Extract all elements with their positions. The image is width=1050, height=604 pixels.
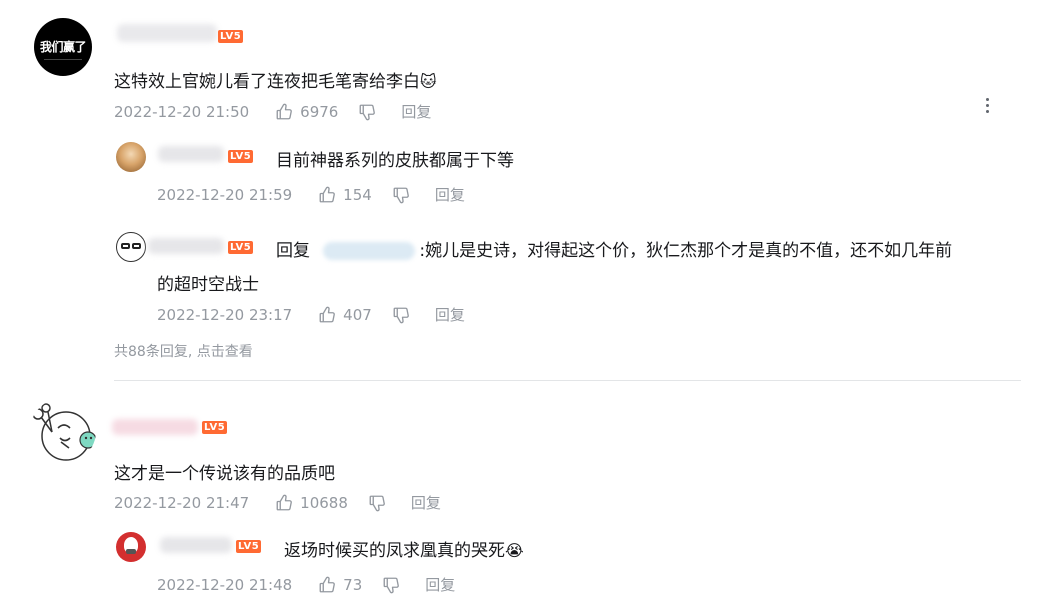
reply-text-continued: 的超时空战士 [157,275,259,295]
comment-meta: 2022-12-20 21:47 10688 回复 [114,492,441,513]
reply-prefix: 回复 [276,241,310,261]
more-vertical-icon[interactable] [984,98,990,114]
reply-meta: 2022-12-20 23:17 407 回复 [157,304,465,325]
username[interactable] [158,146,224,162]
thumb-up-icon[interactable] [318,186,336,204]
username[interactable] [112,419,198,435]
like-count: 407 [343,305,372,324]
username[interactable] [160,537,232,553]
timestamp: 2022-12-20 21:48 [157,575,293,594]
emoji-icon: 🐱 [420,72,437,91]
reply-text: 回复 :婉儿是史诗，对得起这个价，狄仁杰那个才是真的不值，还不如几年前 [276,241,953,261]
like-count: 154 [343,185,372,204]
like-count: 73 [343,575,363,594]
reply-text: 目前神器系列的皮肤都属于下等 [276,151,514,171]
avatar[interactable]: 我们赢了 [34,18,92,76]
thumb-down-icon[interactable] [358,103,376,121]
timestamp: 2022-12-20 21:59 [157,185,293,204]
thumb-up-icon[interactable] [275,494,293,512]
reply-button[interactable]: 回复 [401,101,431,122]
level-badge: LV5 [228,241,254,254]
timestamp: 2022-12-20 23:17 [157,305,293,324]
reply-meta: 2022-12-20 21:59 154 回复 [157,184,465,205]
thumb-down-icon[interactable] [392,186,410,204]
reply-text: 返场时候买的凤求凰真的哭死😭 [284,541,524,561]
reply-button[interactable]: 回复 [435,304,465,325]
avatar[interactable] [30,398,96,464]
comment-text: 这特效上官婉儿看了连夜把毛笔寄给李白🐱 [114,72,437,92]
thumb-down-icon[interactable] [382,576,400,594]
like-count: 6976 [300,102,339,121]
username[interactable] [148,238,224,254]
comment-meta: 2022-12-20 21:50 6976 回复 [114,101,431,122]
like-count: 10688 [300,493,348,512]
timestamp: 2022-12-20 21:47 [114,493,250,512]
avatar-text: 我们赢了 [39,40,87,54]
thumb-up-icon[interactable] [318,576,336,594]
timestamp: 2022-12-20 21:50 [114,102,250,121]
thumb-down-icon[interactable] [368,494,386,512]
view-replies-link[interactable]: 共88条回复, 点击查看 [114,341,253,361]
level-badge: LV5 [202,421,228,434]
reply-button[interactable]: 回复 [435,184,465,205]
thumb-down-icon[interactable] [392,306,410,324]
reply-meta: 2022-12-20 21:48 73 回复 [157,574,455,595]
username[interactable] [117,24,217,42]
mentioned-user[interactable] [323,242,416,260]
avatar[interactable] [116,532,146,562]
avatar[interactable] [116,232,146,262]
level-badge: LV5 [218,30,244,43]
level-badge: LV5 [236,540,262,553]
comment-text: 这才是一个传说该有的品质吧 [114,464,335,484]
thumb-up-icon[interactable] [275,103,293,121]
thumb-up-icon[interactable] [318,306,336,324]
avatar-illustration [32,403,96,461]
crying-emoji-icon: 😭 [505,541,524,560]
avatar[interactable] [116,142,146,172]
level-badge: LV5 [228,150,254,163]
reply-button[interactable]: 回复 [411,492,441,513]
divider [114,380,1021,381]
reply-button[interactable]: 回复 [425,574,455,595]
